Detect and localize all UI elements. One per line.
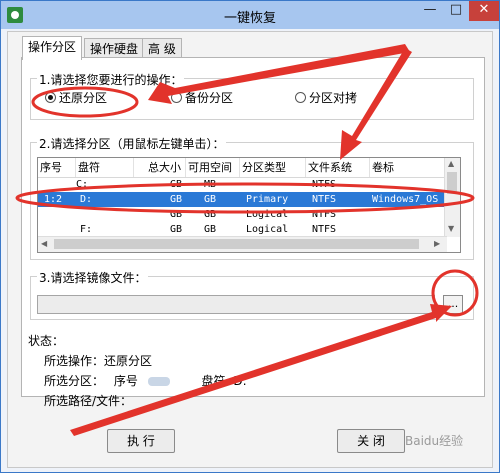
image-file-group: 3.请选择镜像文件： ... [30, 269, 474, 320]
table-row[interactable]: F: GB GB Logical NTFS [38, 222, 460, 237]
status-drive-value: D: [233, 374, 247, 388]
cell-total: GB [169, 194, 182, 205]
redacted-value [147, 377, 170, 386]
status-operation-label: 所选操作： [44, 354, 105, 368]
partition-group: 2.请选择分区（用鼠标左键单击）： 序号 盘符 总大小 可用空间 分区类型 文件… [30, 135, 474, 260]
cell-type: Logical [246, 224, 289, 235]
table-row[interactable]: GB GB Logical NTFS [38, 207, 460, 222]
image-path-input[interactable] [37, 295, 435, 314]
recovery-window: 一键恢复 — □ ✕ 操作分区 操作硬盘 高 级 1.请选择您要进行的操作： 还… [0, 0, 500, 473]
cell-total: GB [169, 209, 182, 220]
tab-operate-partition[interactable]: 操作分区 [22, 36, 83, 60]
status-partition: 所选分区： 序号 盘符 D: [44, 372, 247, 389]
cell-fs: NTFS [312, 209, 337, 220]
operation-group: 1.请选择您要进行的操作： 还原分区 备份分区 分区对拷 [30, 71, 474, 120]
maximize-button[interactable]: □ [443, 1, 469, 21]
cell-free: GB [204, 194, 217, 205]
execute-button[interactable]: 执 行 [107, 429, 175, 453]
status-label: 状态： [28, 334, 65, 348]
col-drive[interactable]: 盘符 [76, 158, 134, 177]
cell-serial: 1:2 [44, 194, 63, 205]
table-row[interactable]: C: GB MB NTFS [38, 177, 460, 192]
cell-fs: NTFS [312, 224, 337, 235]
minimize-button[interactable]: — [417, 1, 443, 21]
radio-restore-label: 还原分区 [59, 91, 108, 105]
scroll-up-icon[interactable]: ▲ [448, 159, 454, 168]
status-partition-label: 所选分区： [44, 374, 105, 388]
image-file-group-title: 3.请选择镜像文件： [37, 269, 149, 286]
cell-drive: F: [80, 224, 93, 235]
partition-list[interactable]: 序号 盘符 总大小 可用空间 分区类型 文件系统 卷标 C: GB MB NTF… [37, 157, 461, 253]
tab-panel: 1.请选择您要进行的操作： 还原分区 备份分区 分区对拷 2.请选择分区（用鼠标… [21, 57, 485, 408]
cell-type: Logical [246, 209, 289, 220]
cell-drive: D: [80, 194, 93, 205]
col-file-system[interactable]: 文件系统 [306, 158, 370, 177]
col-volume-label[interactable]: 卷标 [370, 158, 448, 177]
cell-total: GB [169, 179, 182, 190]
cell-free: GB [204, 224, 217, 235]
scroll-down-icon[interactable]: ▼ [448, 224, 454, 233]
radio-copy-label: 分区对拷 [309, 91, 358, 105]
radio-copy[interactable]: 分区对拷 [295, 89, 357, 106]
list-vertical-scrollbar[interactable]: ▲ ▼ [444, 158, 460, 237]
col-partition-type[interactable]: 分区类型 [240, 158, 306, 177]
tab-advanced[interactable]: 高 级 [142, 38, 182, 59]
status-drive-label: 盘符 [201, 374, 226, 388]
col-free-space[interactable]: 可用空间 [186, 158, 240, 177]
radio-restore[interactable]: 还原分区 [45, 89, 107, 106]
scroll-left-icon[interactable]: ◀ [41, 239, 47, 248]
cell-fs: NTFS [312, 179, 337, 190]
col-total-size[interactable]: 总大小 [134, 158, 186, 177]
browse-button[interactable]: ... [443, 295, 463, 314]
watermark: Baidu经验 [405, 434, 464, 448]
close-window-button[interactable]: ✕ [469, 1, 499, 21]
cell-volume: Windows7_OS [372, 194, 439, 205]
status-operation: 所选操作：还原分区 [44, 352, 152, 369]
close-button[interactable]: 关 闭 [337, 429, 405, 453]
status-serial-label: 序号 [113, 374, 138, 388]
radio-backup-label: 备份分区 [185, 91, 234, 105]
tab-operate-disk[interactable]: 操作硬盘 [84, 38, 145, 59]
radio-copy-dot[interactable] [295, 92, 306, 103]
table-row-selected[interactable]: 1:2 D: GB GB Primary NTFS Windows7_OS [38, 192, 460, 207]
vertical-scroll-thumb[interactable] [447, 172, 457, 194]
status-operation-value: 还原分区 [104, 354, 153, 368]
radio-backup[interactable]: 备份分区 [171, 89, 233, 106]
cell-type: Primary [246, 194, 289, 205]
partition-list-header: 序号 盘符 总大小 可用空间 分区类型 文件系统 卷标 [38, 158, 460, 178]
cell-total: GB [169, 224, 182, 235]
partition-group-title: 2.请选择分区（用鼠标左键单击）： [37, 135, 227, 152]
cell-fs: NTFS [312, 194, 337, 205]
title-bar: 一键恢复 — □ ✕ [1, 1, 499, 29]
list-horizontal-scrollbar[interactable]: ◀ ▶ [38, 236, 447, 252]
operation-group-title: 1.请选择您要进行的操作： [37, 71, 185, 88]
horizontal-scroll-thumb[interactable] [54, 239, 419, 249]
cell-drive: C: [76, 179, 89, 190]
radio-restore-dot[interactable] [45, 92, 56, 103]
radio-backup-dot[interactable] [171, 92, 182, 103]
cell-free: MB [204, 179, 217, 190]
scroll-right-icon[interactable]: ▶ [434, 239, 440, 248]
col-serial[interactable]: 序号 [38, 158, 76, 177]
cell-free: GB [204, 209, 217, 220]
status-path: 所选路径/文件： [44, 394, 133, 408]
